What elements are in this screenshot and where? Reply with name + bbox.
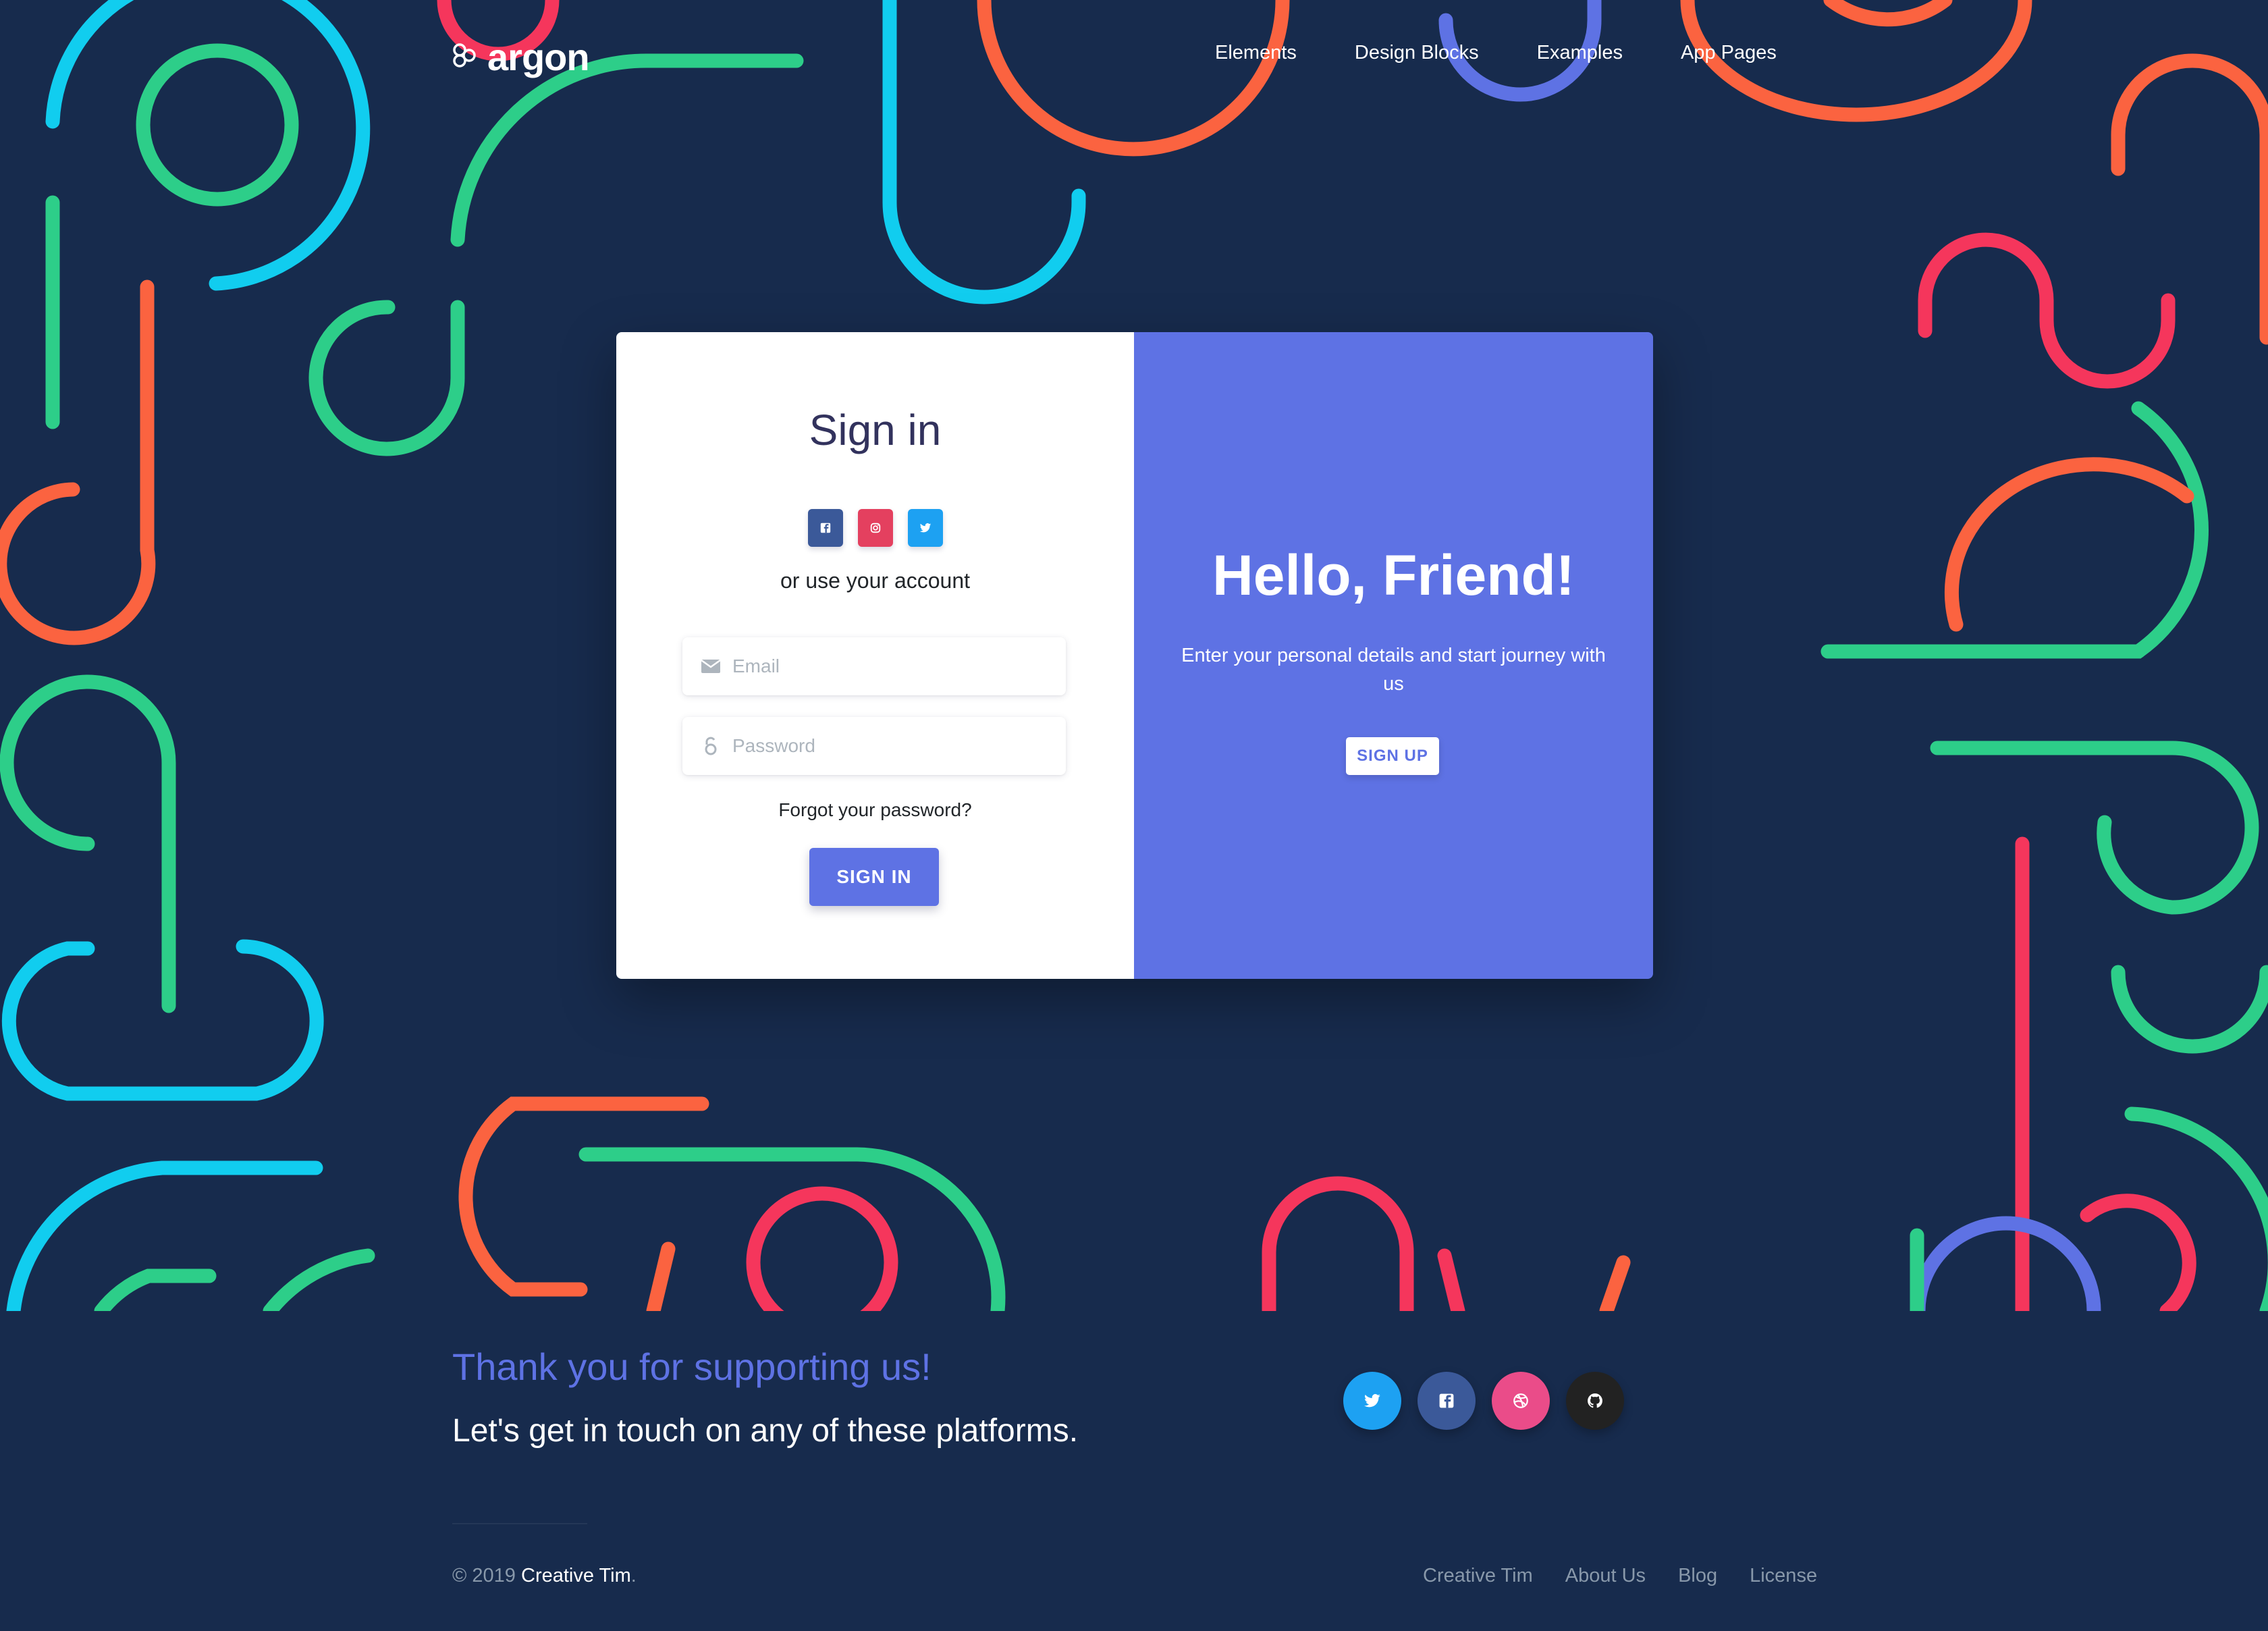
main-nav: Elements Design Blocks Examples App Page… — [1215, 42, 1777, 64]
email-icon — [697, 658, 724, 674]
copyright-suffix: . — [630, 1565, 637, 1586]
auth-card: Sign in or use your account Forgo — [616, 332, 1653, 979]
footer-link-about-us[interactable]: About Us — [1565, 1565, 1646, 1587]
password-field — [682, 717, 1066, 775]
footer-thanks: Thank you for supporting us! — [452, 1345, 932, 1388]
sign-in-button[interactable]: SIGN IN — [809, 848, 939, 906]
twitter-icon[interactable] — [907, 509, 943, 547]
password-input[interactable] — [731, 734, 1044, 757]
instagram-icon[interactable] — [857, 509, 893, 547]
use-account-text: or use your account — [780, 568, 971, 593]
lock-icon — [697, 736, 724, 756]
email-field — [682, 637, 1066, 695]
signin-panel: Sign in or use your account Forgo — [616, 332, 1134, 979]
argon-logo-icon — [451, 42, 478, 72]
welcome-text: Enter your personal details and start jo… — [1181, 645, 1606, 695]
twitter-icon[interactable] — [1343, 1372, 1401, 1430]
nav-item-examples[interactable]: Examples — [1537, 42, 1623, 64]
signin-title: Sign in — [809, 406, 942, 454]
forgot-password-link[interactable]: Forgot your password? — [616, 799, 1134, 821]
email-input[interactable] — [731, 655, 1044, 678]
github-icon[interactable] — [1566, 1372, 1624, 1430]
signin-social-row — [616, 509, 1134, 547]
dribbble-icon[interactable] — [1492, 1372, 1550, 1430]
welcome-panel: Hello, Friend! Enter your personal detai… — [1134, 332, 1653, 979]
nav-item-app-pages[interactable]: App Pages — [1681, 42, 1777, 64]
footer-social-row — [1343, 1372, 1624, 1430]
footer-divider — [452, 1523, 587, 1524]
facebook-icon[interactable] — [807, 509, 843, 547]
brand-logo[interactable]: argon — [451, 35, 590, 79]
facebook-icon[interactable] — [1418, 1372, 1476, 1430]
brand-name: argon — [487, 36, 590, 78]
footer-link-blog[interactable]: Blog — [1678, 1565, 1717, 1587]
nav-item-design-blocks[interactable]: Design Blocks — [1355, 42, 1479, 64]
footer-get-in-touch: Let's get in touch on any of these platf… — [452, 1413, 1079, 1449]
copyright-owner-link[interactable]: Creative Tim — [521, 1565, 631, 1586]
sign-up-button[interactable]: SIGN UP — [1346, 737, 1439, 775]
footer-links: Creative Tim About Us Blog License — [1423, 1565, 1817, 1587]
welcome-title: Hello, Friend! — [1212, 543, 1575, 607]
footer-link-license[interactable]: License — [1750, 1565, 1817, 1587]
copyright-year: © 2019 — [452, 1565, 516, 1586]
nav-item-elements[interactable]: Elements — [1215, 42, 1297, 64]
footer-link-creative-tim[interactable]: Creative Tim — [1423, 1565, 1533, 1587]
copyright: © 2019 Creative Tim. — [452, 1565, 637, 1587]
